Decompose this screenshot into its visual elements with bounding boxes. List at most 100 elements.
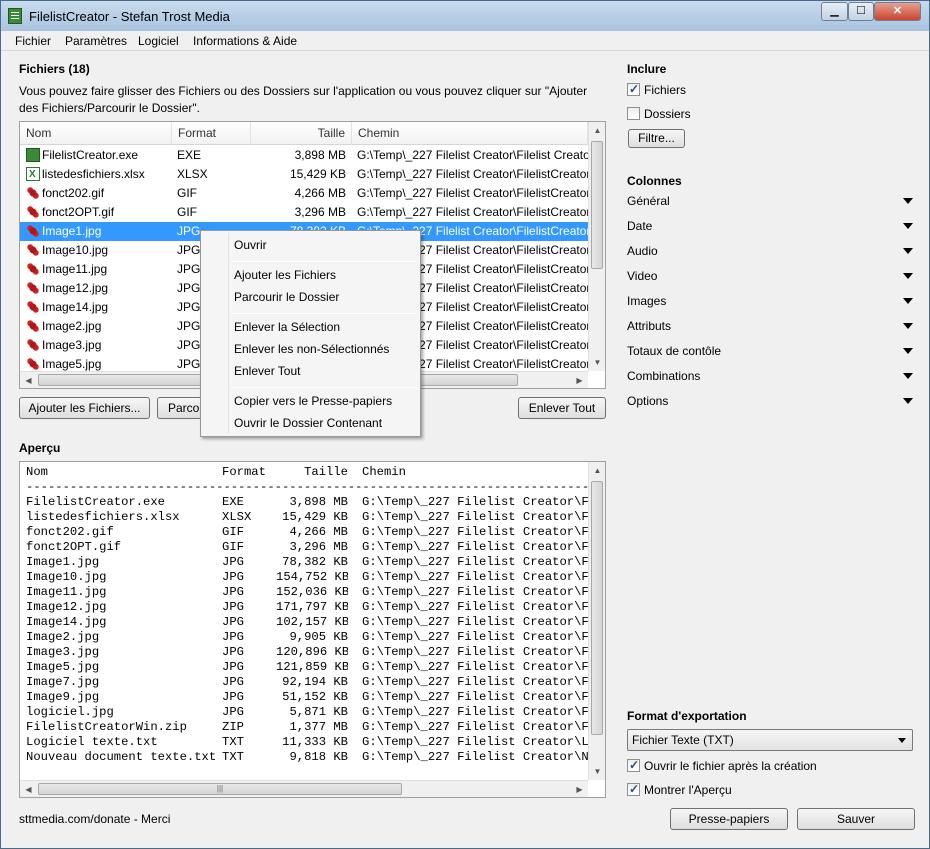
columns-group-item[interactable]: Totaux de contôle [627,342,917,360]
columns-group-label: Totaux de contôle [627,344,722,358]
preview-scroll-right-arrow-icon[interactable]: ▶ [571,781,588,797]
columns-group-item[interactable]: Attributs [627,317,917,335]
columns-group-item[interactable]: Combinations [627,367,917,385]
dropdown-arrow-icon[interactable] [903,198,913,204]
title-bar[interactable]: FilelistCreator - Stefan Trost Media ▁ ☐… [1,1,929,31]
dropdown-arrow-icon[interactable] [903,323,913,329]
preview-path: G:\Temp\_227 Filelist Creator\Fi [362,600,596,614]
dropdown-arrow-icon[interactable] [903,373,913,379]
preview-name: Image10.jpg [26,570,107,584]
preview-text-area[interactable]: Nom Format Taille Chemin ---------------… [19,461,606,798]
preview-scroll-down-arrow-icon[interactable]: ▼ [589,763,605,780]
menu-bar: Fichier Paramètres Logiciel Informations… [1,31,929,51]
preview-size: 92,194 KB [282,675,348,689]
file-list-vertical-scrollbar[interactable]: ▲ ▼ [588,122,605,371]
clipboard-button[interactable]: Presse-papiers [670,808,788,830]
preview-name: Image7.jpg [26,675,100,689]
preview-path: G:\Temp\_227 Filelist Creator\Lo [362,735,596,749]
dropdown-arrow-icon[interactable] [903,348,913,354]
preview-path: G:\Temp\_227 Filelist Creator\Fi [362,645,596,659]
file-list-row[interactable]: FilelistCreator.exe EXE 3,898 MB G:\Temp\_2… [20,146,588,165]
context-menu-separator [231,313,417,314]
preview-path: G:\Temp\_227 Filelist Creator\Fi [362,495,596,509]
preview-format: JPG [222,705,244,719]
export-format-select[interactable]: Fichier Texte (TXT) [627,729,913,751]
preview-line: fonct202.gif GIF 4,266 MB G:\Temp\_227 File… [26,525,596,540]
preview-format: JPG [222,600,244,614]
columns-group-item[interactable]: Audio [627,242,917,260]
close-button[interactable]: ✕ [874,2,921,21]
menu-fichier[interactable]: Fichier [15,34,51,48]
context-menu: Ouvrir Ajouter les Fichiers Parcourir le… [200,230,421,437]
filter-button[interactable]: Filtre... [628,129,685,148]
checkbox-icon[interactable] [627,80,640,98]
context-menu-open[interactable]: Ouvrir [234,235,267,255]
column-header-path[interactable]: Chemin [352,122,588,145]
preview-scroll-up-arrow-icon[interactable]: ▲ [589,462,605,479]
preview-header-size: Taille [304,465,348,479]
checkbox-icon[interactable] [627,756,640,774]
scroll-up-arrow-icon[interactable]: ▲ [589,122,605,139]
checkbox-icon[interactable] [627,780,640,798]
context-menu-open-containing-folder[interactable]: Ouvrir le Dossier Contenant [234,413,382,433]
scroll-left-arrow-icon[interactable]: ◀ [20,372,37,388]
dropdown-arrow-icon[interactable] [903,398,913,404]
column-header-size[interactable]: Taille [251,122,352,145]
preview-format: TXT [222,750,244,764]
preview-name: Image11.jpg [26,585,107,599]
open-after-creation-label: Ouvrir le fichier après la création [644,759,817,773]
columns-group-item[interactable]: Date [627,217,917,235]
preview-format: EXE [222,495,244,509]
preview-name: fonct202.gif [26,525,114,539]
file-list-row[interactable]: fonct2OPT.gif GIF 3,296 MB G:\Temp\_227 Fil… [20,203,588,222]
minimize-button[interactable]: ▁ [821,2,848,21]
include-section-title: Inclure [627,62,667,76]
preview-horizontal-thumb[interactable]: ||| [38,783,402,795]
add-files-button[interactable]: Ajouter les Fichiers... [19,397,150,419]
columns-group-item[interactable]: Images [627,292,917,310]
preview-path: G:\Temp\_227 Filelist Creator\Fi [362,660,596,674]
preview-format: JPG [222,645,244,659]
column-header-format[interactable]: Format [172,122,251,145]
preview-scrollbar-thumb[interactable] [591,481,603,735]
file-list-row[interactable]: fonct202.gif GIF 4,266 MB G:\Temp\_227 File… [20,184,588,203]
preview-size: 78,382 KB [282,555,348,569]
columns-group-item[interactable]: Général [627,192,917,210]
preview-scroll-left-arrow-icon[interactable]: ◀ [20,781,37,797]
preview-vertical-scrollbar[interactable]: ▲ ▼ [588,462,605,780]
context-menu-remove-unselected[interactable]: Enlever les non-Sélectionnés [234,339,389,359]
maximize-button[interactable]: ☐ [848,2,874,21]
scrollbar-thumb[interactable] [591,141,603,269]
columns-group-item[interactable]: Options [627,392,917,410]
scroll-down-arrow-icon[interactable]: ▼ [589,354,605,371]
preview-name: logiciel.jpg [26,705,114,719]
menu-logiciel[interactable]: Logiciel [138,34,179,48]
file-name: Image14.jpg [42,300,109,314]
dropdown-arrow-icon[interactable] [903,248,913,254]
include-files-label: Fichiers [644,83,687,97]
checkbox-icon[interactable] [627,107,640,120]
dropdown-arrow-icon[interactable] [903,273,913,279]
remove-all-button[interactable]: Enlever Tout [518,397,606,419]
preview-horizontal-scrollbar[interactable]: ◀ ||| ▶ [20,780,588,797]
columns-group-item[interactable]: Video [627,267,917,285]
context-menu-remove-all[interactable]: Enlever Tout [234,361,301,381]
preview-size: 15,429 KB [282,510,348,524]
save-button[interactable]: Sauver [797,808,915,830]
exe-file-icon [26,148,40,162]
file-size: 15,429 KB [289,167,346,181]
scroll-right-arrow-icon[interactable]: ▶ [571,372,588,388]
dropdown-arrow-icon[interactable] [903,223,913,229]
context-menu-add-files[interactable]: Ajouter les Fichiers [234,265,336,285]
file-list-row[interactable]: listedesfichiers.xlsx XLSX 15,429 KB G:\Tem… [20,165,588,184]
context-menu-copy-clipboard[interactable]: Copier vers le Presse-papiers [234,391,392,411]
menu-informations-aide[interactable]: Informations & Aide [193,34,297,48]
dropdown-arrow-icon[interactable] [903,298,913,304]
include-folders-label: Dossiers [644,107,691,121]
preview-header-format: Format [222,465,266,479]
context-menu-browse-folder[interactable]: Parcourir le Dossier [234,287,339,307]
context-menu-remove-selection[interactable]: Enlever la Sélection [234,317,340,337]
columns-group-label: Video [627,269,658,283]
column-header-name[interactable]: Nom [20,122,172,145]
menu-parametres[interactable]: Paramètres [65,34,127,48]
